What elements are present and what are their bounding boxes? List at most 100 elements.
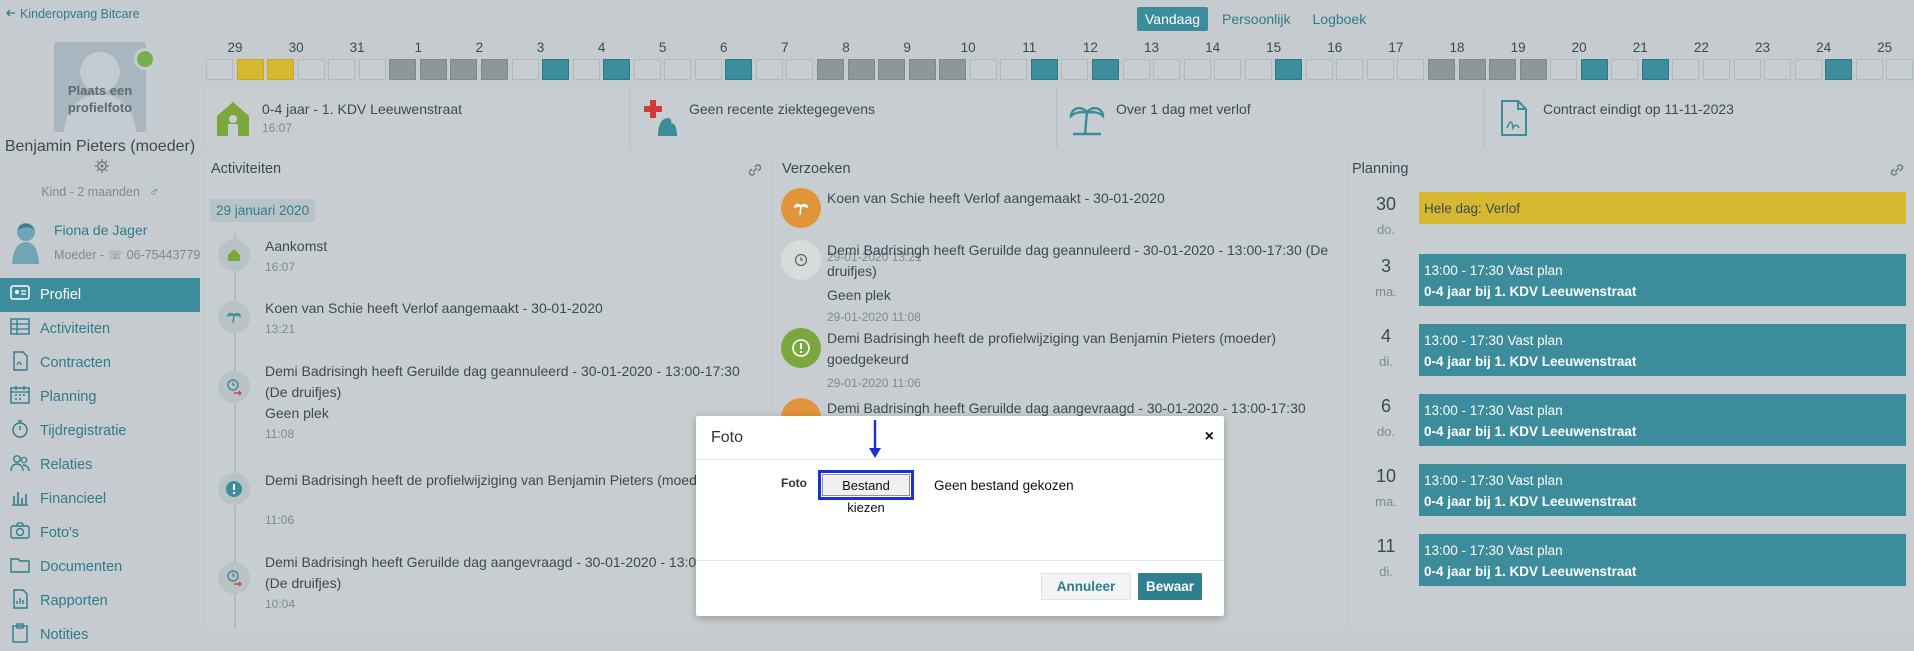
planning-row[interactable]: 4 di. 13:00 - 17:30 Vast plan 0-4 jaar bij … <box>1349 324 1909 378</box>
cancel-button[interactable]: Annuleer <box>1041 573 1131 600</box>
calendar-slot[interactable] <box>1580 59 1608 80</box>
calendar-day-label: 11 <box>1022 40 1037 55</box>
calendar-slot[interactable] <box>725 59 753 80</box>
planning-block[interactable]: 13:00 - 17:30 Vast plan 0-4 jaar bij 1. K… <box>1419 254 1906 306</box>
save-button[interactable]: Bewaar <box>1138 573 1202 600</box>
sidebar-item-relaties[interactable]: Relaties <box>0 448 200 482</box>
calendar-slot[interactable] <box>664 59 692 80</box>
calendar-slot[interactable] <box>328 59 356 80</box>
link-icon[interactable] <box>747 162 763 181</box>
file-choose-label[interactable]: Bestand kiezen <box>822 474 910 515</box>
sidebar-item-tijdregistratie[interactable]: Tijdregistratie <box>0 414 200 448</box>
sidebar-item-activiteiten[interactable]: Activiteiten <box>0 312 200 346</box>
calendar-day-label: 7 <box>781 40 789 55</box>
calendar-slot[interactable] <box>1458 59 1486 80</box>
planning-block[interactable]: 13:00 - 17:30 Vast plan 0-4 jaar bij 1. K… <box>1419 534 1906 586</box>
calendar-slot[interactable] <box>1519 59 1547 80</box>
calendar-slot[interactable] <box>1611 59 1639 80</box>
calendar-slot[interactable] <box>1122 59 1150 80</box>
calendar-slot[interactable] <box>878 59 906 80</box>
tab-vandaag[interactable]: Vandaag <box>1137 7 1209 31</box>
calendar-slot[interactable] <box>1764 59 1791 80</box>
calendar-slot[interactable] <box>267 59 295 80</box>
calendar-slot[interactable] <box>1886 59 1914 80</box>
sidebar-item-planning[interactable]: Planning <box>0 380 200 414</box>
clipboard-icon <box>10 623 30 647</box>
calendar-slot[interactable] <box>1855 59 1883 80</box>
calendar-slot[interactable] <box>1794 59 1822 80</box>
calendar-slot[interactable] <box>1244 59 1272 80</box>
calendar-slot[interactable] <box>1672 59 1700 80</box>
sidebar-item-financieel[interactable]: Financieel <box>0 482 200 516</box>
planning-block[interactable]: Hele dag: Verlof <box>1419 192 1906 224</box>
calendar-slot[interactable] <box>847 59 875 80</box>
calendar-slot[interactable] <box>1305 59 1333 80</box>
parent-card[interactable]: Fiona de Jager Moeder - ☏ 06-75443779 <box>10 218 200 268</box>
calendar-slot[interactable] <box>419 59 447 80</box>
calendar-slot[interactable] <box>1428 59 1455 80</box>
tab-persoonlijk[interactable]: Persoonlijk <box>1214 7 1298 31</box>
planning-block-location: 0-4 jaar bij 1. KDV Leeuwenstraat <box>1424 494 1637 509</box>
calendar-slot[interactable] <box>1275 59 1303 80</box>
calendar-slot[interactable] <box>633 59 661 80</box>
close-icon[interactable]: × <box>1205 428 1214 446</box>
calendar-slot[interactable] <box>969 59 997 80</box>
calendar-slot[interactable] <box>1000 59 1028 80</box>
calendar-slot[interactable] <box>603 59 631 80</box>
planning-row[interactable]: 3 ma. 13:00 - 17:30 Vast plan 0-4 jaar bij … <box>1349 254 1909 308</box>
calendar-slot[interactable] <box>389 59 417 80</box>
sidebar-item-profiel[interactable]: Profiel <box>0 278 200 312</box>
gear-icon[interactable] <box>95 159 109 179</box>
calendar-slot[interactable] <box>817 59 844 80</box>
calendar-slot[interactable] <box>786 59 814 80</box>
calendar-slot[interactable] <box>206 59 233 80</box>
link-icon[interactable] <box>1889 162 1905 181</box>
calendar-slot[interactable] <box>694 59 722 80</box>
calendar-slot[interactable] <box>1030 59 1058 80</box>
calendar-day-label: 9 <box>903 40 911 55</box>
calendar-slot[interactable] <box>1214 59 1242 80</box>
calendar-slot[interactable] <box>755 59 783 80</box>
calendar-slot[interactable] <box>1153 59 1180 80</box>
calendar-slot[interactable] <box>1336 59 1364 80</box>
calendar-slot[interactable] <box>1825 59 1853 80</box>
planning-row[interactable]: 30 do. Hele dag: Verlof <box>1349 192 1909 246</box>
tab-logboek[interactable]: Logboek <box>1305 7 1375 31</box>
calendar-slot[interactable] <box>572 59 600 80</box>
planning-row[interactable]: 11 di. 13:00 - 17:30 Vast plan 0-4 jaar bij… <box>1349 534 1909 588</box>
sidebar-item-foto-s[interactable]: Foto's <box>0 516 200 550</box>
calendar-slot[interactable] <box>358 59 386 80</box>
calendar-slot[interactable] <box>297 59 325 80</box>
planning-block-title: 13:00 - 17:30 Vast plan <box>1424 403 1563 418</box>
file-choose-button[interactable]: Bestand kiezen <box>818 470 914 515</box>
calendar-slot[interactable] <box>1397 59 1425 80</box>
planning-row[interactable]: 10 ma. 13:00 - 17:30 Vast plan 0-4 jaar bij… <box>1349 464 1909 518</box>
back-link[interactable]: Kinderopvang Bitcare <box>6 7 140 21</box>
calendar-slot[interactable] <box>1091 59 1119 80</box>
calendar-slot[interactable] <box>450 59 478 80</box>
planning-block[interactable]: 13:00 - 17:30 Vast plan 0-4 jaar bij 1. K… <box>1419 464 1906 516</box>
calendar-slot[interactable] <box>511 59 539 80</box>
sidebar-item-rapporten[interactable]: Rapporten <box>0 584 200 618</box>
calendar-slot[interactable] <box>236 59 264 80</box>
calendar-slot[interactable] <box>1183 59 1211 80</box>
avatar[interactable]: Plaats een profielfoto <box>54 42 146 132</box>
calendar-slot[interactable] <box>1489 59 1517 80</box>
calendar-slot[interactable] <box>1061 59 1089 80</box>
calendar-slot[interactable] <box>939 59 967 80</box>
calendar-slot[interactable] <box>1733 59 1761 80</box>
calendar-slot[interactable] <box>480 59 508 80</box>
planning-block[interactable]: 13:00 - 17:30 Vast plan 0-4 jaar bij 1. K… <box>1419 394 1906 446</box>
calendar-slot[interactable] <box>1550 59 1578 80</box>
calendar-slot[interactable] <box>1641 59 1669 80</box>
planning-row[interactable]: 6 do. 13:00 - 17:30 Vast plan 0-4 jaar bij … <box>1349 394 1909 448</box>
sidebar-item-documenten[interactable]: Documenten <box>0 550 200 584</box>
parent-name[interactable]: Fiona de Jager <box>54 222 147 238</box>
sidebar-item-contracten[interactable]: Contracten <box>0 346 200 380</box>
calendar-slot[interactable] <box>1702 59 1730 80</box>
calendar-slot[interactable] <box>542 59 569 80</box>
sidebar-item-notities[interactable]: Notities <box>0 618 200 651</box>
calendar-slot[interactable] <box>908 59 936 80</box>
planning-block[interactable]: 13:00 - 17:30 Vast plan 0-4 jaar bij 1. K… <box>1419 324 1906 376</box>
calendar-slot[interactable] <box>1366 59 1394 80</box>
